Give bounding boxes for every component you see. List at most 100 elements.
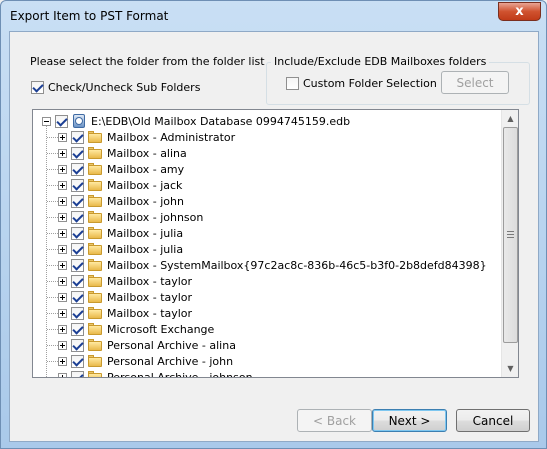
tree-item-checkbox[interactable] (71, 274, 84, 288)
tree-item-checkbox[interactable] (71, 178, 84, 192)
tree-branch-line (47, 329, 58, 330)
expand-plus-icon[interactable] (58, 276, 67, 286)
expand-plus-icon[interactable] (58, 308, 67, 318)
tree-item-checkbox[interactable] (71, 322, 84, 336)
tree-item-mailbox[interactable]: Mailbox - taylor (58, 305, 192, 321)
expand-plus-icon[interactable] (58, 340, 67, 350)
tree-item-mailbox[interactable]: Mailbox - jack (58, 177, 182, 193)
custom-folder-selection-row[interactable]: Custom Folder Selection (286, 77, 437, 90)
tree-item-label: Microsoft Exchange (107, 322, 215, 336)
tree-item-mailbox[interactable]: Mailbox - julia (58, 225, 183, 241)
tree-item-checkbox[interactable] (71, 194, 84, 208)
mailbox-folder-icon (87, 274, 103, 288)
tree-item-label: Mailbox - alina (107, 146, 187, 160)
mailbox-folder-icon (87, 322, 103, 336)
dialog-body: Please select the folder from the folder… (9, 31, 539, 442)
tree-item-mailbox[interactable]: Mailbox - julia (58, 241, 183, 257)
tree-item-checkbox[interactable] (71, 242, 84, 256)
mailbox-folder-icon (87, 146, 103, 160)
expand-plus-icon[interactable] (58, 196, 67, 206)
tree-item-label: Mailbox - john (107, 194, 184, 208)
mailbox-folder-icon (87, 306, 103, 320)
tree-item-mailbox[interactable]: Mailbox - johnson (58, 209, 203, 225)
mailbox-folder-icon (87, 210, 103, 224)
expand-plus-icon[interactable] (58, 244, 67, 254)
tree-branch-line (47, 361, 58, 362)
expand-plus-icon[interactable] (58, 132, 67, 142)
tree-item-checkbox[interactable] (71, 290, 84, 304)
tree-root-database[interactable]: E:\EDB\Old Mailbox Database 0994745159.e… (42, 113, 350, 129)
collapse-minus-icon[interactable] (42, 116, 51, 126)
mailbox-folder-icon (87, 354, 103, 368)
tree-item-checkbox[interactable] (71, 162, 84, 176)
tree-item-mailbox[interactable]: Mailbox - Administrator (58, 129, 235, 145)
tree-item-mailbox[interactable]: Mailbox - alina (58, 145, 187, 161)
tree-item-mailbox[interactable]: Mailbox - SystemMailbox{97c2ac8c-836b-46… (58, 257, 487, 273)
next-button[interactable]: Next > (372, 409, 447, 432)
select-button[interactable]: Select (441, 71, 509, 94)
tree-item-label: E:\EDB\Old Mailbox Database 0994745159.e… (91, 114, 351, 128)
tree-branch-line (47, 249, 58, 250)
mailbox-folder-icon (87, 178, 103, 192)
tree-item-checkbox[interactable] (71, 338, 84, 352)
custom-folder-selection-checkbox[interactable] (286, 77, 299, 90)
expand-plus-icon[interactable] (58, 356, 67, 366)
tree-item-label: Mailbox - taylor (107, 306, 193, 320)
expand-plus-icon[interactable] (58, 372, 67, 377)
tree-item-checkbox[interactable] (71, 146, 84, 160)
tree-item-mailbox[interactable]: Mailbox - john (58, 193, 184, 209)
mailbox-folder-icon (87, 194, 103, 208)
tree-item-mailbox[interactable]: Microsoft Exchange (58, 321, 214, 337)
expand-plus-icon[interactable] (58, 180, 67, 190)
tree-item-label: Personal Archive - alina (107, 338, 236, 352)
scroll-down-arrow-icon[interactable]: ▼ (502, 360, 518, 377)
custom-folder-selection-label: Custom Folder Selection (303, 77, 437, 90)
tree-branch-line (47, 201, 58, 202)
expand-plus-icon[interactable] (58, 212, 67, 222)
database-icon (71, 113, 87, 129)
scroll-up-arrow-icon[interactable]: ▲ (502, 110, 518, 127)
tree-item-checkbox[interactable] (71, 226, 84, 240)
tree-item-mailbox[interactable]: Mailbox - taylor (58, 273, 192, 289)
expand-plus-icon[interactable] (58, 260, 67, 270)
tree-branch-line (47, 169, 58, 170)
tree-item-mailbox[interactable]: Personal Archive - alina (58, 337, 236, 353)
tree-item-label: Mailbox - taylor (107, 290, 193, 304)
tree-item-mailbox[interactable]: Mailbox - amy (58, 161, 184, 177)
check-sub-folders-row[interactable]: Check/Uncheck Sub Folders (31, 81, 200, 94)
tree-item-checkbox[interactable] (71, 354, 84, 368)
tree-item-label: Mailbox - taylor (107, 274, 193, 288)
scroll-thumb[interactable] (503, 127, 518, 343)
tree-branch-line (47, 137, 58, 138)
expand-plus-icon[interactable] (58, 324, 67, 334)
tree-item-checkbox[interactable] (71, 130, 84, 144)
tree-branch-line (47, 345, 58, 346)
back-button[interactable]: < Back (297, 409, 372, 432)
tree-item-checkbox[interactable] (71, 258, 84, 272)
title-bar[interactable]: Export Item to PST Format x (1, 1, 546, 31)
tree-vertical-scrollbar[interactable]: ▲ ▼ (501, 110, 518, 377)
tree-branch-line (47, 281, 58, 282)
tree-item-checkbox[interactable] (71, 210, 84, 224)
tree-branch-line (47, 297, 58, 298)
expand-plus-icon[interactable] (58, 228, 67, 238)
tree-branch-line (47, 265, 58, 266)
tree-item-checkbox[interactable] (55, 114, 68, 128)
tree-item-checkbox[interactable] (71, 370, 84, 377)
close-button[interactable]: x (498, 2, 541, 21)
tree-branch-line (47, 377, 58, 378)
tree-item-mailbox[interactable]: Personal Archive - johnson (58, 369, 253, 377)
check-sub-folders-checkbox[interactable] (31, 81, 44, 94)
tree-item-mailbox[interactable]: Mailbox - taylor (58, 289, 192, 305)
mailbox-folder-icon (87, 162, 103, 176)
tree-item-mailbox[interactable]: Personal Archive - john (58, 353, 233, 369)
expand-plus-icon[interactable] (58, 148, 67, 158)
cancel-button[interactable]: Cancel (456, 409, 530, 432)
tree-item-checkbox[interactable] (71, 306, 84, 320)
tree-branch-line (47, 185, 58, 186)
folder-instruction-label: Please select the folder from the folder… (30, 55, 265, 68)
folder-tree[interactable]: ▲ ▼ E:\EDB\Old Mailbox Database 09947451… (32, 109, 519, 378)
expand-plus-icon[interactable] (58, 164, 67, 174)
expand-plus-icon[interactable] (58, 292, 67, 302)
tree-item-label: Mailbox - SystemMailbox{97c2ac8c-836b-46… (107, 258, 487, 272)
